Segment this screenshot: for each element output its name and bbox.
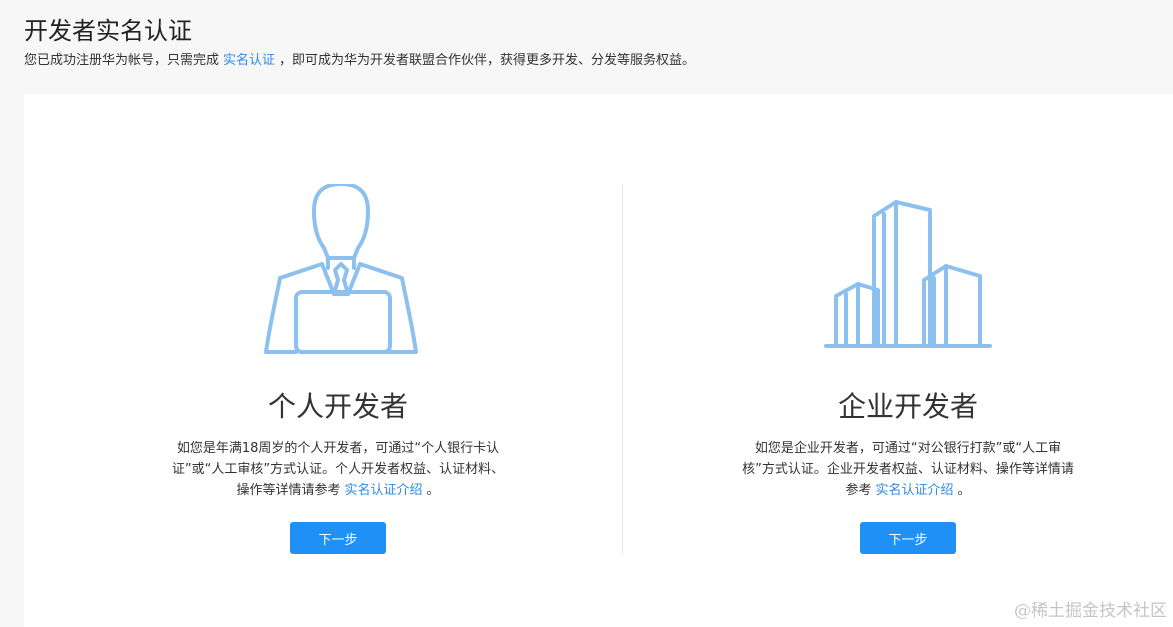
personal-developer-title: 个人开发者 [267,390,408,423]
personal-developer-desc-end: 。 [426,483,440,498]
intro-text-before: 您已成功注册华为帐号，只需完成 [24,53,220,68]
personal-developer-description: 如您是年满18周岁的个人开发者，可通过“个人银行卡认证”或“人工审核”方式认证。… [170,438,506,501]
page-title: 开发者实名认证 [24,17,192,45]
page-header: 开发者实名认证 您已成功注册华为帐号，只需完成 实名认证 ，即可成为华为开发者联盟合… [24,14,1173,70]
enterprise-auth-intro-link[interactable]: 实名认证介绍 [875,483,953,498]
enterprise-developer-option: 企业开发者 如您是企业开发者，可通过“对公银行打款”或“人工审核”方式认证。企业… [698,94,1118,627]
personal-developer-desc-text: 如您是年满18周岁的个人开发者，可通过“个人银行卡认证”或“人工审核”方式认证。… [171,441,505,498]
developer-person-icon [264,184,418,354]
real-name-auth-link[interactable]: 实名认证 [223,53,275,68]
verification-card: 个人开发者 如您是年满18周岁的个人开发者，可通过“个人银行卡认证”或“人工审核… [24,94,1173,627]
enterprise-developer-title: 企业开发者 [837,390,978,423]
personal-auth-intro-link[interactable]: 实名认证介绍 [344,483,422,498]
intro-text-after: ，即可成为华为开发者联盟合作伙伴，获得更多开发、分发等服务权益。 [279,53,696,68]
option-divider [622,184,623,554]
personal-next-button[interactable]: 下一步 [290,522,386,554]
intro-text: 您已成功注册华为帐号，只需完成 实名认证 ，即可成为华为开发者联盟合作伙伴，获得更多… [24,52,1173,70]
personal-developer-option: 个人开发者 如您是年满18周岁的个人开发者，可通过“个人银行卡认证”或“人工审核… [128,94,548,627]
enterprise-developer-description: 如您是企业开发者，可通过“对公银行打款”或“人工审核”方式认证。企业开发者权益、… [740,438,1076,501]
enterprise-next-button[interactable]: 下一步 [860,522,956,554]
watermark: @稀土掘金技术社区 [1014,601,1167,621]
enterprise-buildings-icon [824,200,992,348]
enterprise-developer-desc-end: 。 [957,483,971,498]
